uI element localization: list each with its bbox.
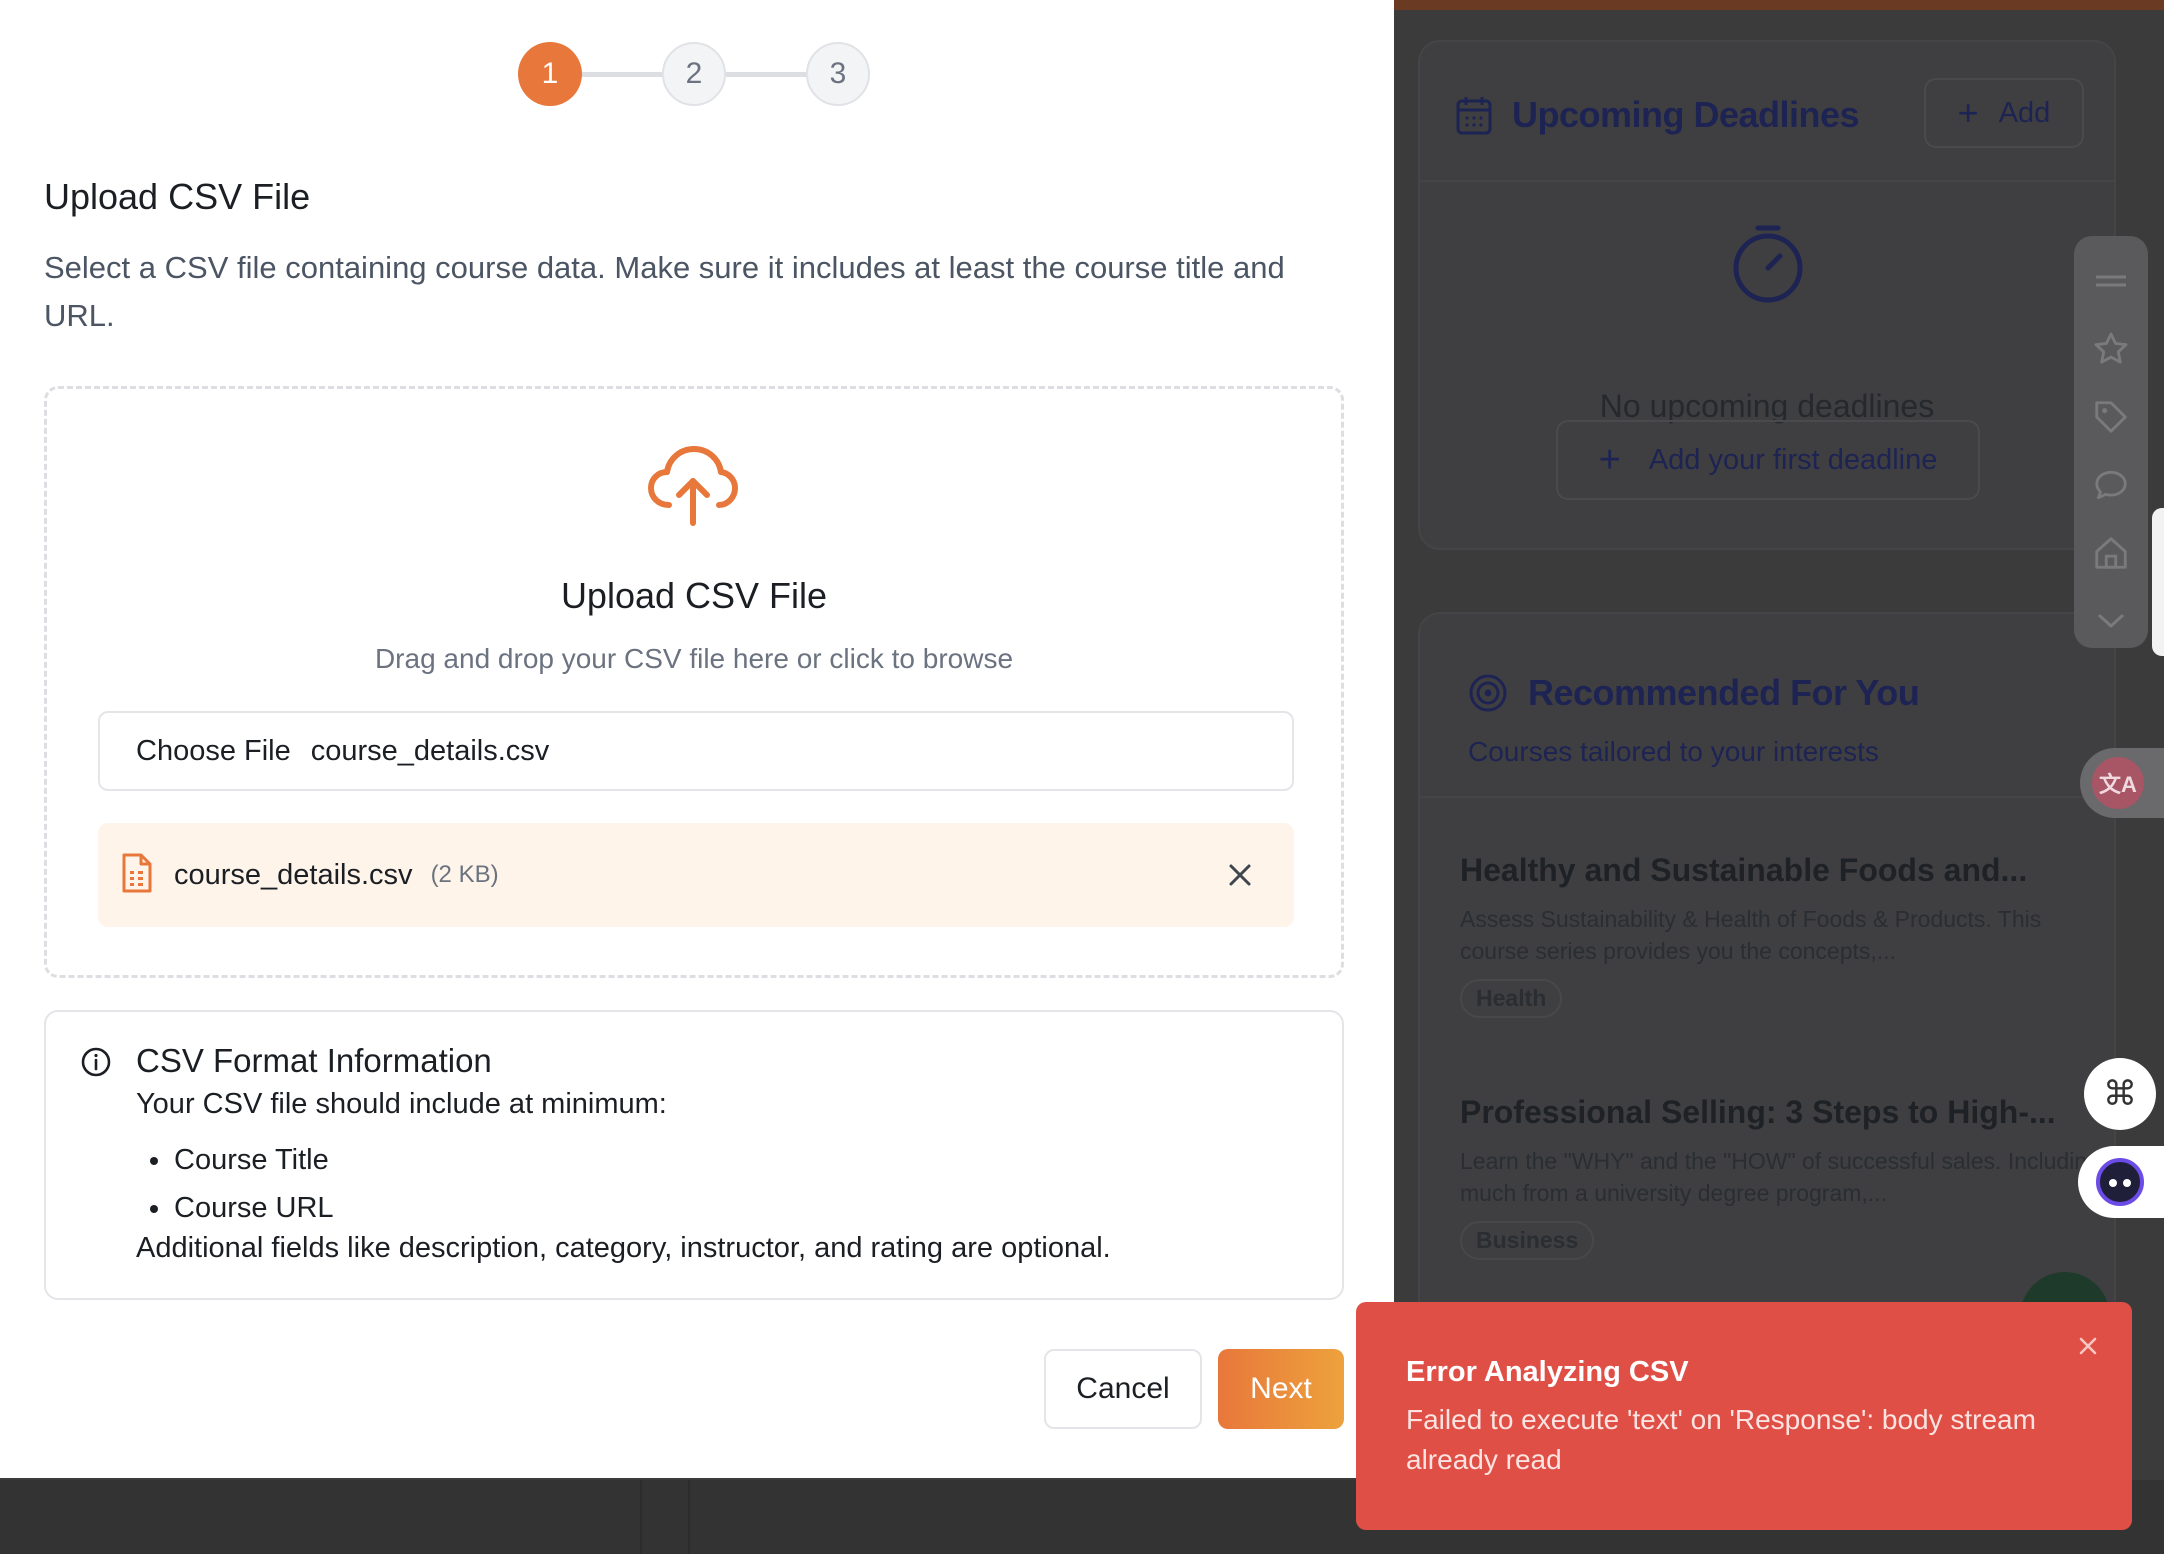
add-first-deadline-label: Add your first deadline bbox=[1648, 443, 1938, 476]
csv-dropzone[interactable]: Upload CSV File Drag and drop your CSV f… bbox=[44, 386, 1344, 978]
tag-icon[interactable] bbox=[2082, 390, 2140, 444]
import-courses-modal: 1 2 3 Upload CSV File Select a CSV file … bbox=[0, 0, 1394, 1478]
course-title: Healthy and Sustainable Foods and... bbox=[1460, 852, 2028, 888]
upcoming-deadlines-card: Upcoming Deadlines + Add No upcoming dea… bbox=[1418, 40, 2116, 550]
info-title: CSV Format Information bbox=[136, 1042, 492, 1079]
info-footer: Additional fields like description, cate… bbox=[136, 1232, 1111, 1264]
file-input-value: course_details.csv bbox=[310, 734, 550, 767]
translate-icon: 文A bbox=[2092, 757, 2144, 809]
step-1: 1 bbox=[518, 42, 582, 106]
timer-icon bbox=[1730, 222, 1806, 311]
dropzone-subtitle: Drag and drop your CSV file here or clic… bbox=[374, 643, 1014, 674]
error-toast: Error Analyzing CSV Failed to execute 't… bbox=[1356, 1302, 2132, 1530]
sidebar-edge-tab[interactable] bbox=[2152, 508, 2164, 656]
step-2: 2 bbox=[662, 42, 726, 106]
selected-file-size: (2 KB) bbox=[430, 861, 499, 888]
info-icon bbox=[80, 1046, 112, 1083]
drag-handle-icon[interactable] bbox=[2082, 254, 2140, 308]
toast-title: Error Analyzing CSV bbox=[1406, 1356, 1689, 1388]
stepper: 1 2 3 bbox=[518, 42, 870, 106]
star-icon[interactable] bbox=[2082, 322, 2140, 376]
add-deadline-label: Add bbox=[1998, 96, 2051, 129]
course-item[interactable]: Professional Selling: 3 Steps to High-..… bbox=[1460, 1094, 2100, 1260]
course-description: Learn the "WHY" and the "HOW" of success… bbox=[1460, 1148, 2100, 1206]
assistant-bot-button[interactable] bbox=[2078, 1146, 2164, 1218]
translate-button[interactable]: 文A bbox=[2080, 748, 2164, 818]
cloud-upload-icon bbox=[647, 445, 739, 534]
close-icon[interactable] bbox=[2074, 1332, 2102, 1365]
choose-file-button[interactable]: Choose File bbox=[136, 735, 291, 768]
plus-icon: + bbox=[1598, 439, 1621, 481]
target-icon bbox=[1468, 673, 1508, 713]
deadlines-title: Upcoming Deadlines bbox=[1512, 94, 1860, 135]
course-item[interactable]: Healthy and Sustainable Foods and... Ass… bbox=[1460, 852, 2100, 1018]
recommended-subtitle: Courses tailored to your interests bbox=[1468, 736, 1879, 767]
calendar-icon bbox=[1456, 95, 1492, 135]
csv-format-info: CSV Format Information Your CSV file sho… bbox=[44, 1010, 1344, 1300]
step-connector bbox=[726, 71, 806, 77]
list-item: Course URL bbox=[150, 1184, 334, 1232]
info-intro: Your CSV file should include at minimum: bbox=[136, 1088, 667, 1120]
recommended-header: Recommended For You bbox=[1468, 672, 1920, 714]
file-spreadsheet-icon bbox=[120, 853, 154, 898]
course-title: Professional Selling: 3 Steps to High-..… bbox=[1460, 1094, 2056, 1130]
selected-file-chip: course_details.csv (2 KB) bbox=[98, 823, 1294, 927]
bottom-column-divider bbox=[688, 1480, 690, 1554]
bottom-column-divider bbox=[640, 1480, 642, 1554]
dropzone-title: Upload CSV File bbox=[560, 575, 828, 616]
section-description: Select a CSV file containing course data… bbox=[44, 250, 1285, 333]
add-first-deadline-button[interactable]: + Add your first deadline bbox=[1556, 420, 1980, 500]
close-icon[interactable] bbox=[1220, 855, 1260, 900]
step-connector bbox=[582, 71, 662, 77]
deadlines-divider bbox=[1420, 180, 2114, 182]
list-item: Course Title bbox=[150, 1136, 334, 1184]
required-fields-list: Course Title Course URL bbox=[150, 1136, 334, 1232]
course-tag: Health bbox=[1460, 979, 1563, 1018]
course-tag: Business bbox=[1460, 1221, 1595, 1260]
side-toolbar bbox=[2074, 236, 2148, 648]
recommended-divider bbox=[1420, 796, 2114, 798]
toast-message: Failed to execute 'text' on 'Response': … bbox=[1406, 1404, 2036, 1475]
next-button[interactable]: Next bbox=[1218, 1349, 1344, 1429]
home-icon[interactable] bbox=[2082, 526, 2140, 580]
deadlines-header: Upcoming Deadlines bbox=[1456, 94, 1860, 136]
selected-file-name: course_details.csv bbox=[174, 858, 413, 891]
add-deadline-button[interactable]: + Add bbox=[1924, 78, 2084, 148]
recommended-title: Recommended For You bbox=[1528, 672, 1920, 713]
plus-icon: + bbox=[1957, 92, 1979, 133]
chevron-down-icon[interactable] bbox=[2082, 594, 2140, 648]
course-description: Assess Sustainability & Health of Foods … bbox=[1460, 906, 2042, 964]
file-input[interactable]: Choose File course_details.csv bbox=[98, 711, 1294, 791]
comment-icon[interactable] bbox=[2082, 458, 2140, 512]
command-icon[interactable]: ⌘ bbox=[2084, 1058, 2156, 1130]
section-title: Upload CSV File bbox=[44, 176, 311, 217]
step-3: 3 bbox=[806, 42, 870, 106]
background-top-stripe bbox=[1394, 0, 2164, 10]
bot-face-icon bbox=[2096, 1158, 2144, 1206]
cancel-button[interactable]: Cancel bbox=[1044, 1349, 1202, 1429]
